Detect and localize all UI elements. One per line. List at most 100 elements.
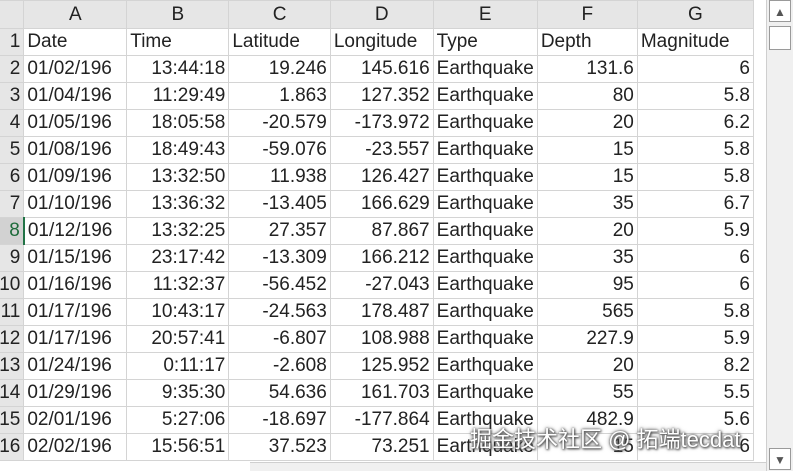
cell[interactable]: 02/01/196 xyxy=(23,406,128,434)
cell[interactable]: -173.972 xyxy=(329,109,434,137)
cell[interactable]: 13:32:25 xyxy=(126,217,230,245)
column-header-a[interactable]: A xyxy=(23,0,128,29)
row-header[interactable]: 14 xyxy=(0,379,25,407)
cell[interactable]: -2.608 xyxy=(228,352,331,380)
cell[interactable]: Earthquake xyxy=(432,55,538,83)
row-header[interactable]: 7 xyxy=(0,190,25,218)
scroll-thumb[interactable] xyxy=(769,26,791,50)
cell[interactable]: 20 xyxy=(536,217,638,245)
column-header-e[interactable]: E xyxy=(432,0,538,29)
cell[interactable]: 13:36:32 xyxy=(126,190,230,218)
cell[interactable]: 18:05:58 xyxy=(126,109,230,137)
cell[interactable]: 5.8 xyxy=(636,163,755,191)
cell[interactable]: 01/10/196 xyxy=(23,190,128,218)
cell[interactable]: -13.405 xyxy=(228,190,331,218)
row-header[interactable]: 12 xyxy=(0,325,25,353)
cell[interactable]: 19.246 xyxy=(228,55,331,83)
cell[interactable]: Earthquake xyxy=(432,298,538,326)
cell[interactable]: 01/12/196 xyxy=(23,217,128,245)
row-header[interactable]: 9 xyxy=(0,244,25,272)
cell[interactable]: Magnitude xyxy=(636,28,755,56)
cell[interactable]: Earthquake xyxy=(432,271,538,299)
cell[interactable]: 20 xyxy=(536,352,638,380)
cell[interactable]: 55 xyxy=(536,379,638,407)
cell[interactable]: Longitude xyxy=(329,28,434,56)
cell[interactable]: -56.452 xyxy=(228,271,331,299)
row-header[interactable]: 3 xyxy=(0,82,25,110)
row-header[interactable]: 2 xyxy=(0,55,25,83)
column-header-c[interactable]: C xyxy=(228,0,331,29)
cell[interactable]: 73.251 xyxy=(329,433,434,461)
select-all-corner[interactable] xyxy=(0,0,25,29)
row-header[interactable]: 1 xyxy=(0,28,25,56)
cell[interactable]: 127.352 xyxy=(329,82,434,110)
cell[interactable]: 131.6 xyxy=(536,55,638,83)
cell[interactable]: -23.557 xyxy=(329,136,434,164)
cell[interactable]: -59.076 xyxy=(228,136,331,164)
cell[interactable]: Earthquake xyxy=(432,325,538,353)
cell[interactable]: 37.523 xyxy=(228,433,331,461)
cell[interactable]: -27.043 xyxy=(329,271,434,299)
cell[interactable]: Earthquake xyxy=(432,217,538,245)
cell[interactable]: 35 xyxy=(536,190,638,218)
cell[interactable]: 01/24/196 xyxy=(23,352,128,380)
row-header[interactable]: 6 xyxy=(0,163,25,191)
column-header-b[interactable]: B xyxy=(126,0,230,29)
cell[interactable]: 01/29/196 xyxy=(23,379,128,407)
cell[interactable]: 23:17:42 xyxy=(126,244,230,272)
row-header[interactable]: 10 xyxy=(0,271,25,299)
cell[interactable]: 01/16/196 xyxy=(23,271,128,299)
column-header-f[interactable]: F xyxy=(536,0,638,29)
cell[interactable]: 01/15/196 xyxy=(23,244,128,272)
cell[interactable]: 227.9 xyxy=(536,325,638,353)
cell[interactable]: 54.636 xyxy=(228,379,331,407)
cell[interactable]: 0:11:17 xyxy=(126,352,230,380)
cell[interactable]: 13:32:50 xyxy=(126,163,230,191)
cell[interactable]: 166.629 xyxy=(329,190,434,218)
row-header[interactable]: 16 xyxy=(0,433,25,461)
cell[interactable]: 02/02/196 xyxy=(23,433,128,461)
row-header[interactable]: 8 xyxy=(0,217,25,245)
cell[interactable]: 108.988 xyxy=(329,325,434,353)
cell[interactable]: 6 xyxy=(636,55,755,83)
column-header-g[interactable]: G xyxy=(636,0,755,29)
row-header[interactable]: 4 xyxy=(0,109,25,137)
cell[interactable]: 15 xyxy=(536,136,638,164)
cell[interactable]: 11:29:49 xyxy=(126,82,230,110)
cell[interactable]: Earthquake xyxy=(432,352,538,380)
cell[interactable]: Time xyxy=(126,28,230,56)
cell[interactable]: 166.212 xyxy=(329,244,434,272)
cell[interactable]: -177.864 xyxy=(329,406,434,434)
cell[interactable]: Earthquake xyxy=(432,109,538,137)
cell[interactable]: Earthquake xyxy=(432,244,538,272)
cell[interactable]: 18:49:43 xyxy=(126,136,230,164)
cell[interactable]: 5.5 xyxy=(636,379,755,407)
cell[interactable]: -18.697 xyxy=(228,406,331,434)
row-header[interactable]: 5 xyxy=(0,136,25,164)
cell[interactable]: 95 xyxy=(536,271,638,299)
cell[interactable]: -6.807 xyxy=(228,325,331,353)
cell[interactable]: 01/02/196 xyxy=(23,55,128,83)
cell[interactable]: 145.616 xyxy=(329,55,434,83)
cell[interactable]: 5.8 xyxy=(636,136,755,164)
cell[interactable]: 6 xyxy=(636,244,755,272)
vertical-scrollbar[interactable]: ▲ ▼ xyxy=(766,0,793,471)
cell[interactable]: 5.8 xyxy=(636,82,755,110)
scroll-down-icon[interactable]: ▼ xyxy=(769,448,791,470)
cell[interactable]: 87.867 xyxy=(329,217,434,245)
cell[interactable]: 27.357 xyxy=(228,217,331,245)
cell[interactable]: Date xyxy=(23,28,128,56)
row-header[interactable]: 11 xyxy=(0,298,25,326)
cell[interactable]: 13:44:18 xyxy=(126,55,230,83)
cell[interactable]: 6.7 xyxy=(636,190,755,218)
cell[interactable]: 125.952 xyxy=(329,352,434,380)
cell[interactable]: 5.8 xyxy=(636,298,755,326)
cell[interactable]: 126.427 xyxy=(329,163,434,191)
cell[interactable]: 01/17/196 xyxy=(23,325,128,353)
horizontal-scrollbar[interactable] xyxy=(250,462,766,471)
cell[interactable]: 01/08/196 xyxy=(23,136,128,164)
cell[interactable]: 9:35:30 xyxy=(126,379,230,407)
cell[interactable]: 15 xyxy=(536,163,638,191)
cell[interactable]: 10:43:17 xyxy=(126,298,230,326)
row-header[interactable]: 15 xyxy=(0,406,25,434)
